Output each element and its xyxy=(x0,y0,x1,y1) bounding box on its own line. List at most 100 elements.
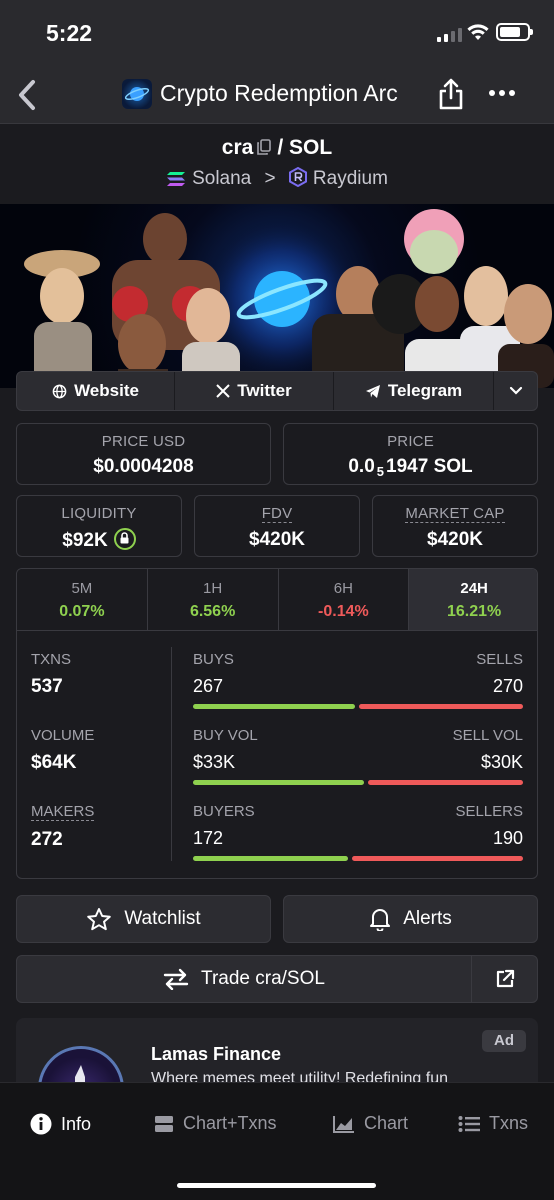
external-link-icon xyxy=(496,969,514,988)
tab-5m-change: 0.07% xyxy=(59,603,105,620)
sellers-bar xyxy=(351,856,523,861)
price-native-digits: 1947 xyxy=(386,456,429,477)
volume-label: VOLUME xyxy=(31,727,95,744)
tab-5m[interactable]: 5M 0.07% xyxy=(17,569,148,630)
tab-1h-label: 1H xyxy=(203,580,223,597)
market-cap-box: MARKET CAP $420K xyxy=(372,495,538,557)
alerts-button[interactable]: Alerts xyxy=(283,895,538,943)
txn-stats-panel: 5M 0.07% 1H 6.56% 6H -0.14% 24H 16.21% T… xyxy=(16,568,538,879)
twitter-label: Twitter xyxy=(237,381,292,400)
website-link-button[interactable]: Website xyxy=(17,372,175,410)
watchlist-button[interactable]: Watchlist xyxy=(16,895,271,943)
price-native-prefix: 0.0 xyxy=(348,456,375,477)
info-icon xyxy=(30,1113,52,1135)
makers-stat: MAKERS 272 xyxy=(31,803,171,878)
buys-value: 267 xyxy=(193,676,224,696)
tab-6h[interactable]: 6H -0.14% xyxy=(278,569,410,630)
raydium-icon xyxy=(288,167,307,187)
sell-vol-label: SELL VOL xyxy=(452,727,523,744)
alerts-label: Alerts xyxy=(403,908,452,929)
fdv-value: $420K xyxy=(249,529,305,550)
price-native-box: PRICE 0.0 5 1947 SOL xyxy=(283,423,538,485)
split-stats: BUYS SELLS 267 270 BUY VOL SELL VOL $33K $30… xyxy=(193,651,523,878)
nav-header: Crypto Redemption Arc xyxy=(0,66,554,124)
price-usd-label: PRICE USD xyxy=(101,433,186,450)
chain-breadcrumb: Solana > Raydium xyxy=(0,167,554,190)
back-chevron-icon[interactable] xyxy=(14,78,40,112)
buys-bar xyxy=(193,704,356,709)
tab-chart[interactable]: Chart xyxy=(333,1113,408,1134)
buyers-sellers-bar xyxy=(193,856,523,861)
tab-info[interactable]: Info xyxy=(30,1113,91,1135)
page-title: Crypto Redemption Arc xyxy=(160,80,398,106)
fdv-label[interactable]: FDV xyxy=(261,506,293,523)
sells-value: 270 xyxy=(492,676,523,696)
sells-bar xyxy=(359,704,523,709)
breadcrumb-chevron: > xyxy=(264,168,276,189)
market-cap-value: $420K xyxy=(427,529,483,550)
buyers-label: BUYERS xyxy=(193,803,255,820)
pair-header: cra / SOL Solana > Raydium xyxy=(0,124,554,204)
telegram-icon xyxy=(365,384,380,398)
txns-value: 537 xyxy=(31,676,63,697)
tab-24h[interactable]: 24H 16.21% xyxy=(409,569,537,630)
website-label: Website xyxy=(74,381,139,400)
liquidity-value: $92K xyxy=(62,530,108,551)
price-usd-value: $0.0004208 xyxy=(93,456,194,477)
sellers-value: 190 xyxy=(492,828,523,848)
trade-button[interactable]: Trade cra/SOL xyxy=(16,955,472,1003)
volume-split-bar xyxy=(193,780,523,785)
pair-separator: / xyxy=(277,136,284,159)
trade-label: Trade cra/SOL xyxy=(201,968,325,989)
makers-value: 272 xyxy=(31,829,63,850)
cellular-signal-icon xyxy=(437,26,462,42)
copy-icon[interactable] xyxy=(257,139,272,155)
solana-icon xyxy=(167,172,186,186)
price-native-label: PRICE xyxy=(387,433,434,450)
stats-divider xyxy=(171,647,172,861)
tab-6h-label: 6H xyxy=(333,580,353,597)
globe-icon xyxy=(52,384,67,398)
watchlist-label: Watchlist xyxy=(124,908,201,929)
liquidity-value-row: $92K xyxy=(17,528,181,552)
more-options-icon[interactable] xyxy=(488,88,516,98)
tab-chart-txns[interactable]: Chart+Txns xyxy=(154,1113,277,1134)
buy-vol-value: $33K xyxy=(193,752,236,772)
open-external-button[interactable] xyxy=(471,955,538,1003)
chain-name[interactable]: Solana xyxy=(192,168,251,189)
telegram-label: Telegram xyxy=(387,381,463,400)
timeframe-tabs: 5M 0.07% 1H 6.56% 6H -0.14% 24H 16.21% xyxy=(17,569,537,631)
x-logo-icon xyxy=(216,384,230,398)
sells-label: SELLS xyxy=(476,651,523,668)
buy-vol-label: BUY VOL xyxy=(193,727,258,744)
price-native-unit: SOL xyxy=(433,456,473,477)
share-icon[interactable] xyxy=(437,77,465,111)
makers-label[interactable]: MAKERS xyxy=(31,804,95,821)
market-cap-label[interactable]: MARKET CAP xyxy=(405,506,505,523)
tab-1h[interactable]: 1H 6.56% xyxy=(147,569,279,630)
sellers-label: SELLERS xyxy=(455,803,523,820)
liquidity-box: LIQUIDITY $92K xyxy=(16,495,182,557)
tab-txns-label: Txns xyxy=(489,1113,529,1133)
volume-value: $64K xyxy=(31,752,77,773)
status-time: 5:22 xyxy=(46,20,93,46)
telegram-link-button[interactable]: Telegram xyxy=(334,372,494,410)
liquidity-label: LIQUIDITY xyxy=(61,505,137,522)
base-symbol: cra xyxy=(221,136,254,159)
twitter-link-button[interactable]: Twitter xyxy=(175,372,334,410)
chevron-down-icon xyxy=(509,386,522,395)
pair-name: cra / SOL xyxy=(0,136,554,160)
ad-title: Lamas Finance xyxy=(151,1044,282,1064)
dex-name[interactable]: Raydium xyxy=(313,168,388,189)
price-usd-box: PRICE USD $0.0004208 xyxy=(16,423,271,485)
lock-icon[interactable] xyxy=(113,528,136,550)
volume-stat: VOLUME $64K xyxy=(31,727,171,803)
star-icon xyxy=(87,907,112,930)
tab-txns[interactable]: Txns xyxy=(458,1113,528,1134)
price-native-value: 0.0 5 1947 SOL xyxy=(284,456,537,479)
split-view-icon xyxy=(155,1115,173,1132)
sell-vol-value: $30K xyxy=(480,752,523,772)
price-native-zero-count: 5 xyxy=(376,464,385,479)
more-links-dropdown[interactable] xyxy=(494,372,537,410)
tab-6h-change: -0.14% xyxy=(318,603,369,620)
